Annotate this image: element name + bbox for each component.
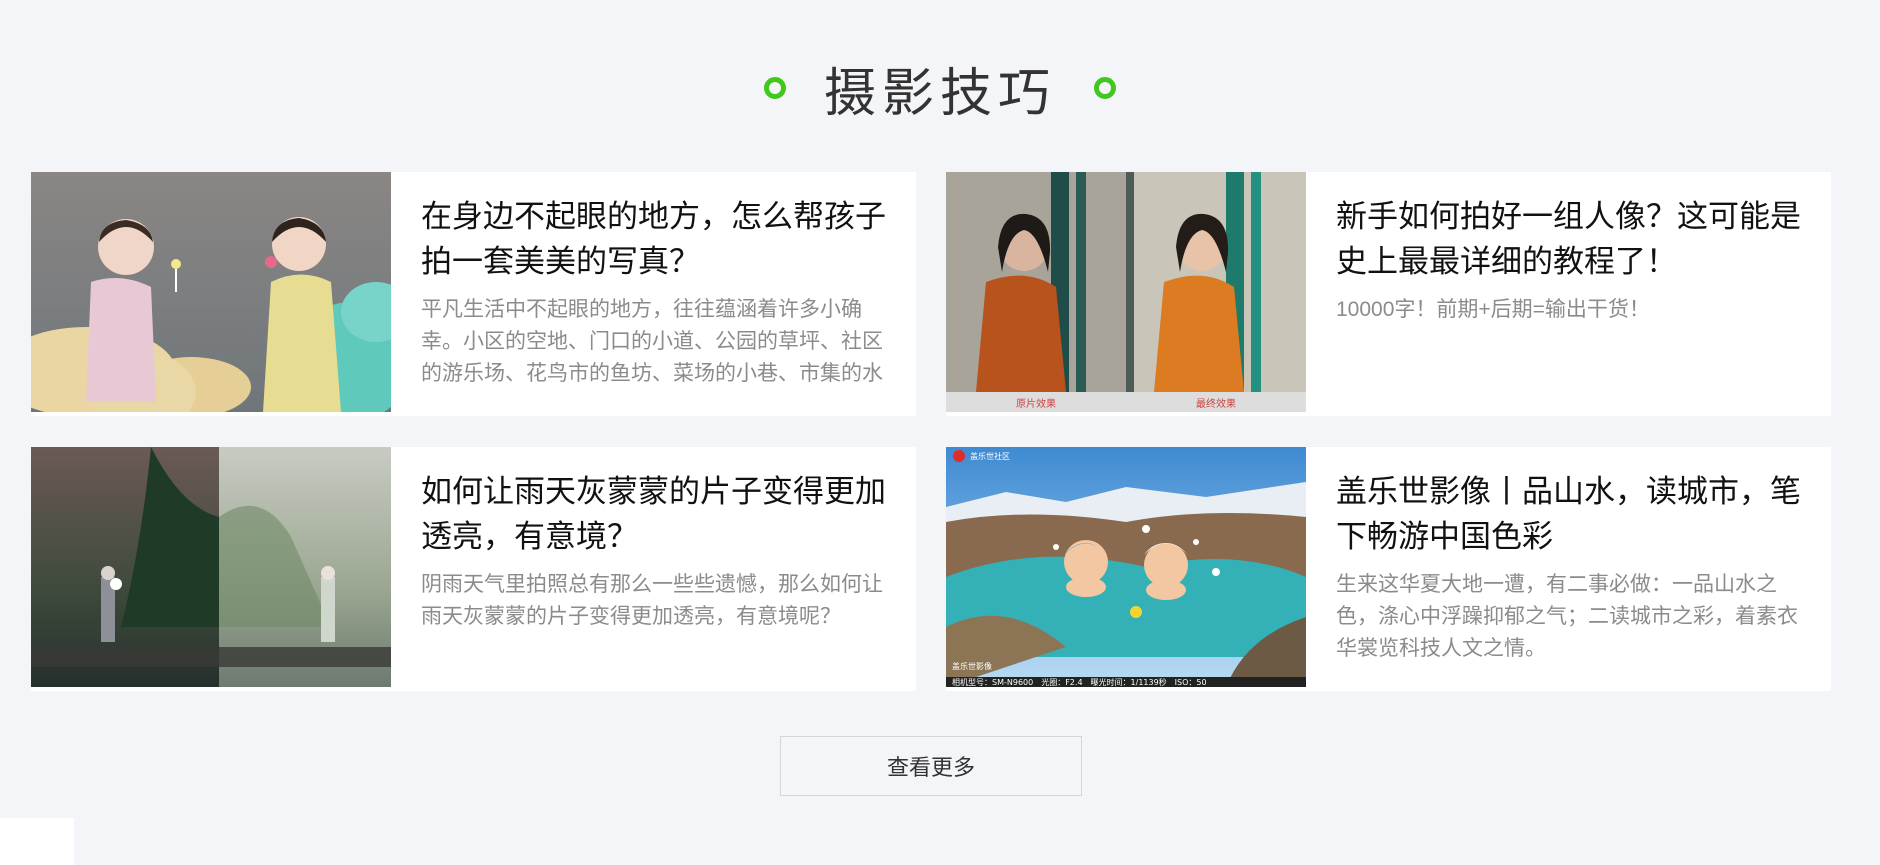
article-description: 生来这华夏大地一遭，有二事必做：一品山水之色，涤心中浮躁抑郁之气；二读城市之彩，…	[1336, 573, 1798, 660]
article-card[interactable]: 在身边不起眼的地方，怎么帮孩子拍一套美美的写真？ 平凡生活中不起眼的地方，往往蕴…	[31, 172, 916, 416]
section-header: 摄影技巧	[0, 52, 1880, 124]
title-dot-left-icon	[763, 77, 786, 99]
article-title[interactable]: 在身边不起眼的地方，怎么帮孩子拍一套美美的写真？	[421, 194, 886, 284]
article-thumbnail[interactable]	[31, 172, 391, 412]
image-caption-strip: 原片效果 最终效果	[946, 392, 1306, 412]
article-thumbnail[interactable]: 盖乐世社区 盖乐世影像 相机型号：SM-N9600 光圈：F2.4 曝光时间：1…	[946, 447, 1306, 687]
view-more-button[interactable]: 查看更多	[780, 736, 1082, 796]
article-card[interactable]: 原片效果 最终效果 新手如何拍好一组人像？这可能是史上最最详细的教程了！ 100…	[946, 172, 1831, 416]
image-camera-info: 相机型号：SM-N9600 光圈：F2.4 曝光时间：1/1139秒 ISO：5…	[952, 678, 1207, 687]
kids-photo-image	[31, 172, 391, 412]
image-caption: 最终效果	[1196, 398, 1236, 410]
image-caption: 原片效果	[1016, 398, 1056, 410]
article-thumbnail[interactable]: 原片效果 最终效果	[946, 172, 1306, 412]
corner-widget	[0, 818, 74, 865]
article-title[interactable]: 新手如何拍好一组人像？这可能是史上最最详细的教程了！	[1336, 194, 1801, 284]
title-dot-right-icon	[1094, 77, 1116, 99]
article-thumbnail[interactable]	[31, 447, 391, 687]
lake-illustration-image	[946, 447, 1306, 687]
article-card[interactable]: 盖乐世社区 盖乐世影像 相机型号：SM-N9600 光圈：F2.4 曝光时间：1…	[946, 447, 1831, 691]
portrait-comparison-image	[946, 172, 1306, 392]
image-watermark: 盖乐世影像	[952, 662, 992, 671]
article-card[interactable]: 如何让雨天灰蒙蒙的片子变得更加透亮，有意境？ 阴雨天气里拍照总有那么一些些遗憾，…	[31, 447, 916, 691]
rainy-landscape-image	[31, 447, 391, 687]
article-title[interactable]: 如何让雨天灰蒙蒙的片子变得更加透亮，有意境？	[421, 469, 886, 559]
section-title: 摄影技巧	[823, 64, 1056, 123]
article-title[interactable]: 盖乐世影像丨品山水，读城市，笔下畅游中国色彩	[1336, 469, 1801, 559]
article-description: 阴雨天气里拍照总有那么一些些遗憾，那么如何让雨天灰蒙蒙的片子变得更加透亮，有意境…	[421, 573, 883, 628]
article-description: 平凡生活中不起眼的地方，往往蕴涵着许多小确幸。小区的空地、门口的小道、公园的草坪…	[421, 298, 883, 385]
image-watermark: 盖乐世社区	[970, 452, 1010, 461]
article-description: 10000字！前期+后期=输出干货！	[1336, 298, 1650, 321]
